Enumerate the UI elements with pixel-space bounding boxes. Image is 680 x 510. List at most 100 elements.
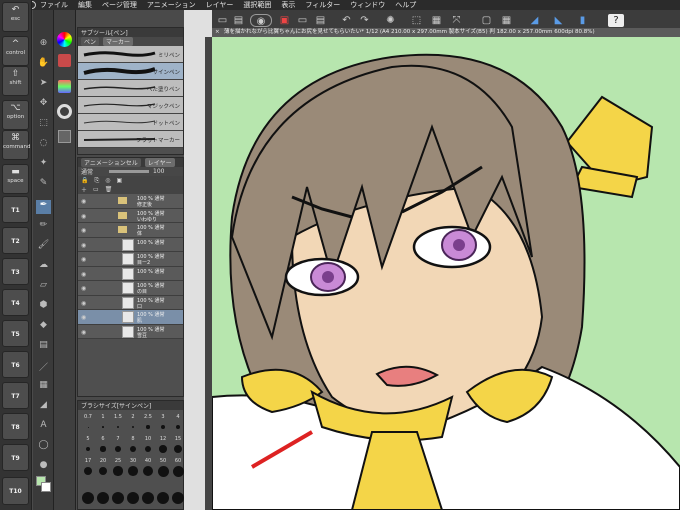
preview-eye-icon[interactable]: ◉ <box>250 14 272 27</box>
visibility-eye-icon[interactable]: ◉ <box>81 271 86 278</box>
brush-size-option[interactable]: 8 <box>126 436 140 442</box>
visibility-eye-icon[interactable]: ◉ <box>81 300 86 307</box>
frame-tool-icon[interactable]: ▦ <box>36 380 51 394</box>
rec-icon[interactable]: ▣ <box>278 14 291 27</box>
copy-icon[interactable]: ▤ <box>314 14 327 27</box>
menu-layer[interactable]: レイヤー <box>206 0 234 10</box>
visibility-eye-icon[interactable]: ◉ <box>81 256 86 263</box>
visibility-eye-icon[interactable]: ◉ <box>81 213 86 220</box>
balloon-tool-icon[interactable]: ◯ <box>36 440 51 454</box>
text-tool-icon[interactable]: A <box>36 420 51 434</box>
blend-tool-icon[interactable]: ◆ <box>36 320 51 334</box>
tab-pen[interactable]: ペン <box>81 37 100 46</box>
new-folder-icon[interactable]: ▭ <box>93 186 99 193</box>
brush-size-dot[interactable] <box>172 492 184 504</box>
folder-icon[interactable] <box>118 197 127 204</box>
move-tool-icon[interactable]: ✥ <box>36 98 51 112</box>
selection-tool-icon[interactable]: ⬚ <box>36 118 51 132</box>
brush-item[interactable]: ドットペン <box>78 114 183 131</box>
brush-tool-icon[interactable]: 🖌 <box>36 240 51 254</box>
close-icon[interactable]: × <box>215 28 220 37</box>
transform-icon[interactable]: ⬚ <box>410 14 423 27</box>
brush-size-option[interactable]: 17 <box>81 458 95 464</box>
tab-layer[interactable]: レイヤー <box>144 158 175 167</box>
brush-size-option[interactable]: 12 <box>156 436 170 442</box>
material-icon[interactable] <box>58 130 71 143</box>
new-file-icon[interactable]: ▭ <box>216 14 229 27</box>
snap-special-icon[interactable]: ◣ <box>552 14 565 27</box>
brush-item-selected[interactable]: サインペン <box>78 63 183 80</box>
tab-marker[interactable]: マーカー <box>103 37 134 46</box>
operation-tool-icon[interactable]: ➤ <box>36 78 51 92</box>
brush-size-dot[interactable] <box>97 492 109 504</box>
command-key[interactable]: ⌘ command <box>2 130 30 160</box>
correct-line-tool-icon[interactable]: ● <box>36 460 51 474</box>
grid-icon[interactable]: ▦ <box>500 14 513 27</box>
t4-key[interactable]: T4 <box>2 289 29 316</box>
brush-item[interactable]: フラットマーカー <box>78 131 183 148</box>
navigator-icon[interactable] <box>57 104 72 119</box>
blend-mode-select[interactable]: 通常 <box>81 167 93 176</box>
save-icon[interactable]: ▭ <box>296 14 309 27</box>
brush-size-dot[interactable] <box>82 492 94 504</box>
help-icon[interactable]: ? <box>608 14 624 27</box>
esc-key[interactable]: ↶ esc <box>2 2 29 32</box>
brush-size-option[interactable]: 1.5 <box>111 414 125 420</box>
folder-icon[interactable] <box>118 226 127 233</box>
menu-window[interactable]: ウィンドウ <box>350 0 385 10</box>
undo-icon[interactable]: ↶ <box>340 14 353 27</box>
visibility-eye-icon[interactable]: ◉ <box>81 285 86 292</box>
snap-grid-icon[interactable]: ▮ <box>576 14 589 27</box>
pen-tool-icon[interactable]: ✒ <box>36 200 51 214</box>
pencil-tool-icon[interactable]: ✏ <box>36 220 51 234</box>
brush-size-dot[interactable] <box>127 492 139 504</box>
t6-key[interactable]: T6 <box>2 351 29 378</box>
snap-ruler-icon[interactable]: ◢ <box>528 14 541 27</box>
menu-filter[interactable]: フィルター <box>305 0 340 10</box>
wand-tool-icon[interactable]: ✦ <box>36 158 51 172</box>
brush-size-option[interactable]: 6 <box>96 436 110 442</box>
open-file-icon[interactable]: ▤ <box>232 14 245 27</box>
fill-tool-icon[interactable]: ⬢ <box>36 300 51 314</box>
opacity-slider[interactable] <box>109 170 150 173</box>
reference-icon[interactable]: ◎ <box>105 177 110 184</box>
show-ruler-icon[interactable]: ▢ <box>480 14 493 27</box>
brush-size-option[interactable]: 2.5 <box>141 414 155 420</box>
brush-size-option[interactable]: 15 <box>171 436 185 442</box>
t7-key[interactable]: T7 <box>2 382 29 409</box>
t9-key[interactable]: T9 <box>2 444 29 471</box>
brush-size-option[interactable]: 20 <box>96 458 110 464</box>
ruler-tool-icon[interactable]: ◢ <box>36 400 51 414</box>
color-slider-icon[interactable] <box>58 80 71 93</box>
control-key[interactable]: ^ control <box>2 36 29 66</box>
brush-item[interactable]: ミリペン <box>78 46 183 63</box>
opacity-value[interactable]: 100 <box>153 168 164 175</box>
option-key[interactable]: ⌥ option <box>2 100 29 130</box>
eraser-tool-icon[interactable]: ▱ <box>36 280 51 294</box>
color-set-icon[interactable] <box>58 54 71 67</box>
brush-size-dot[interactable] <box>112 492 124 504</box>
brush-size-option[interactable]: 50 <box>156 458 170 464</box>
layer-row[interactable]: ◉ 100 % 通常 修正後 <box>78 194 183 209</box>
new-layer-icon[interactable]: ＋ <box>81 185 87 194</box>
brush-size-option[interactable]: 0.7 <box>81 414 95 420</box>
redo-icon[interactable]: ↷ <box>358 14 371 27</box>
zoom-tool-icon[interactable]: ⊕ <box>36 38 51 52</box>
gradient-tool-icon[interactable]: ▤ <box>36 340 51 354</box>
layer-row[interactable]: ◉ 100 % 通常 いわゆり <box>78 208 183 223</box>
airbrush-tool-icon[interactable]: ☁ <box>36 260 51 274</box>
brush-size-option[interactable]: 40 <box>141 458 155 464</box>
figure-tool-icon[interactable]: ／ <box>36 360 51 374</box>
brush-size-option[interactable]: 7 <box>111 436 125 442</box>
menu-animation[interactable]: アニメーション <box>147 0 196 10</box>
layer-row[interactable]: ◉ 100 % 通常 目ー2 <box>78 252 183 267</box>
visibility-eye-icon[interactable]: ◉ <box>81 242 86 249</box>
brush-size-option[interactable]: 4 <box>171 414 185 420</box>
shift-key[interactable]: ⇧ shift <box>2 66 29 96</box>
t8-key[interactable]: T8 <box>2 413 29 440</box>
sub-color-swatch[interactable] <box>41 482 51 492</box>
menu-view[interactable]: 表示 <box>281 0 295 10</box>
layer-row[interactable]: ◉ 100 % 通常体 <box>78 223 183 238</box>
brush-size-option[interactable]: 30 <box>126 458 140 464</box>
layer-row[interactable]: ◉ 100 % 通常 雪豆 <box>78 324 183 339</box>
